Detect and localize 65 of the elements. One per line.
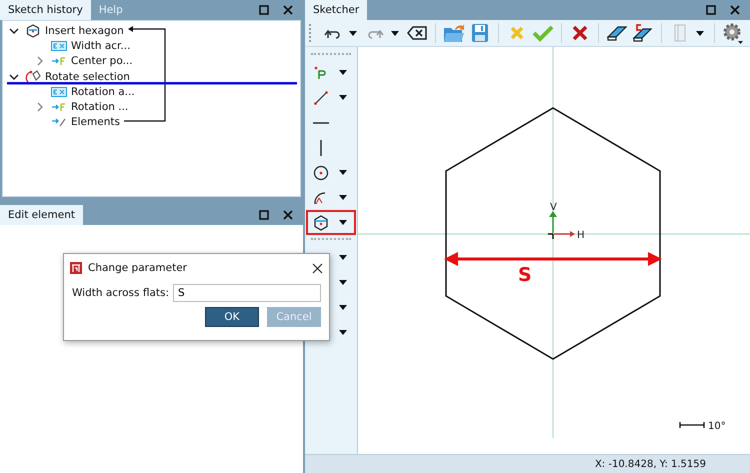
app-icon [70, 262, 82, 274]
panel-tab[interactable]: Edit element [0, 205, 83, 225]
tree-item[interactable]: Rotation a... [71, 86, 135, 98]
chevron-right-icon[interactable] [36, 56, 44, 66]
close-icon[interactable] [283, 5, 293, 15]
field-label: Width across flats: [72, 287, 170, 299]
input-field[interactable]: S [173, 284, 321, 302]
axis-label: V [550, 202, 557, 213]
close-icon[interactable] [312, 262, 323, 274]
caret-icon[interactable] [339, 70, 347, 75]
dialog-button[interactable]: OK [205, 307, 259, 327]
close-icon[interactable] [283, 210, 293, 220]
tree-item[interactable]: Elements [71, 116, 120, 128]
panel-tab[interactable]: Sketch history [0, 0, 91, 20]
hexagon-icon[interactable] [313, 214, 329, 230]
caret-icon[interactable] [339, 220, 347, 225]
tree-item[interactable]: Rotate selection [45, 70, 130, 83]
caret-icon[interactable] [339, 170, 347, 175]
close-icon[interactable] [730, 5, 740, 15]
caret-icon[interactable] [339, 305, 347, 310]
tree-item[interactable]: Rotation ... [71, 101, 128, 114]
expression-icon [51, 40, 67, 51]
scale-label: 10° [708, 421, 726, 432]
dimension-label: S [518, 264, 532, 286]
hexagon-icon [26, 24, 40, 38]
folder-icon[interactable] [443, 23, 465, 43]
maximize-icon[interactable] [706, 5, 716, 15]
caret-icon[interactable] [391, 30, 399, 36]
scale-bar [679, 421, 705, 429]
function-icon [51, 56, 67, 66]
axis-label: H [577, 230, 585, 241]
caret-icon[interactable] [339, 95, 347, 100]
cancel-icon[interactable] [572, 25, 588, 41]
function-icon [51, 102, 67, 112]
origin-mark [547, 233, 554, 240]
chevron-down-icon[interactable] [9, 72, 19, 81]
maximize-icon[interactable] [259, 210, 269, 220]
expression-icon [51, 86, 67, 97]
elements-icon [51, 117, 67, 128]
chevron-right-icon[interactable] [36, 102, 44, 112]
maximize-icon[interactable] [259, 5, 269, 15]
dialog-title: Change parameter [88, 262, 187, 274]
tree-item[interactable]: Width acr... [71, 40, 130, 52]
eraser-icon[interactable] [606, 24, 628, 42]
line-icon[interactable] [313, 90, 329, 106]
backspace-icon[interactable] [407, 26, 427, 40]
tree-item[interactable]: Insert hexagon [45, 24, 124, 37]
caret-icon[interactable] [696, 30, 704, 36]
chevron-down-icon[interactable] [9, 26, 19, 35]
caret-icon[interactable] [339, 280, 347, 285]
caret-icon[interactable] [339, 255, 347, 260]
rotate-icon [25, 70, 41, 84]
vertical-axis-arrow [549, 211, 557, 233]
checkmark-icon[interactable] [532, 24, 554, 42]
horizontal-axis-arrow [554, 231, 575, 237]
circle-icon[interactable] [313, 164, 329, 180]
tree-item[interactable]: Center po... [71, 55, 133, 68]
coordinates-text: X: -10.8428, Y: 1.5159 [594, 458, 706, 470]
eraser-icon[interactable] [632, 24, 654, 42]
caret-icon[interactable] [349, 30, 357, 36]
caret-icon[interactable] [339, 330, 347, 335]
caret-icon[interactable] [339, 195, 347, 200]
save-icon[interactable] [471, 23, 489, 43]
gear-icon[interactable] [722, 22, 744, 44]
panel-tab[interactable]: Sketcher [305, 0, 368, 20]
